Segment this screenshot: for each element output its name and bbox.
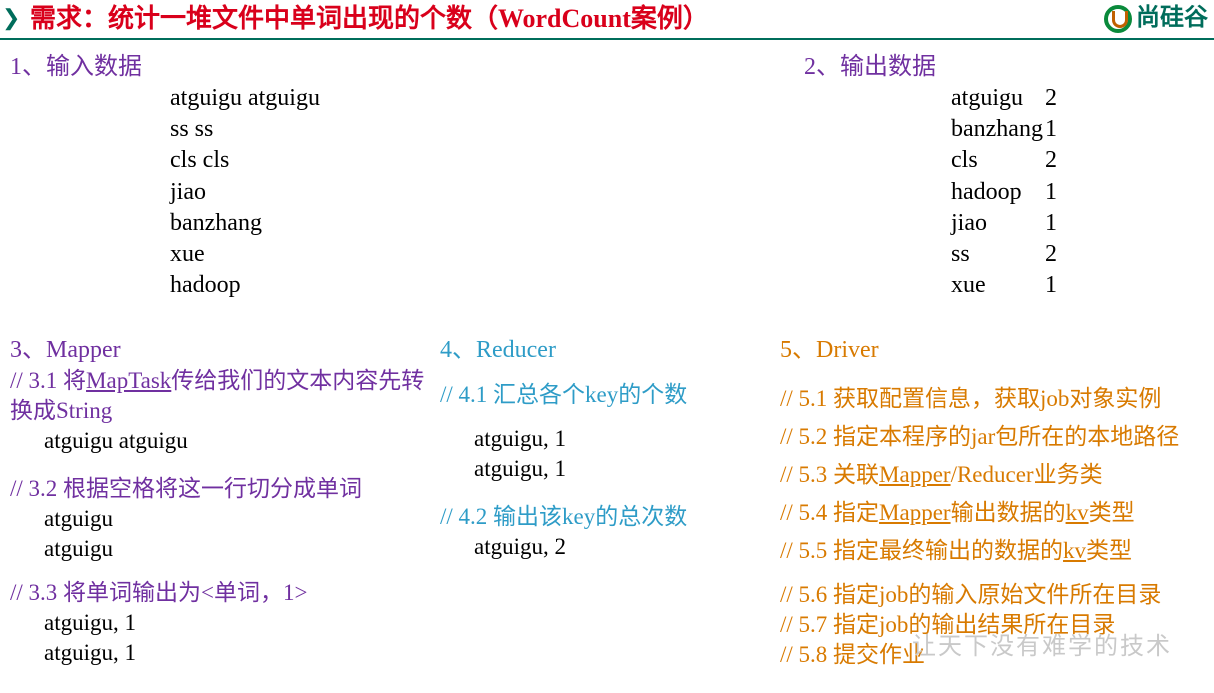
step-text: 输出数据的 <box>951 500 1066 525</box>
driver-step-5-2: // 5.2 指定本程序的jar包所在的本地路径 <box>780 422 1208 452</box>
driver-step-5-4: // 5.4 指定Mapper输出数据的kv类型 <box>780 498 1208 528</box>
step-underline: kv <box>1063 538 1086 563</box>
step-text: // 5.4 指定 <box>780 500 879 525</box>
input-line: cls cls <box>170 145 390 176</box>
input-line: xue <box>170 239 390 270</box>
title-wrap: ❯ 需求：统计一堆文件中单词出现的个数（WordCount案例） <box>2 2 709 36</box>
output-key: ss <box>949 239 1045 270</box>
input-line: jiao <box>170 177 390 208</box>
step-text: 类型 <box>1086 538 1132 563</box>
input-line: hadoop <box>170 270 390 301</box>
mapper-data-3-2: atguigu <box>10 534 440 564</box>
input-line: banzhang <box>170 208 390 239</box>
output-row: banzhang1 <box>949 114 1059 145</box>
reducer-heading: 4、Reducer <box>440 335 780 366</box>
output-row: jiao1 <box>949 208 1059 239</box>
step-underline: Mapper <box>879 500 951 525</box>
step-text: // 5.5 指定最终输出的数据的 <box>780 538 1063 563</box>
reducer-data-4-1: atguigu, 1 <box>440 424 780 454</box>
header-bar: ❯ 需求：统计一堆文件中单词出现的个数（WordCount案例） 尚硅谷 <box>0 0 1214 40</box>
driver-heading: 5、Driver <box>780 335 1208 366</box>
footer-slogan: 让天下没有难学的技术 <box>912 632 1172 663</box>
output-key: atguigu <box>949 83 1045 114</box>
output-row: xue1 <box>949 270 1059 301</box>
output-val: 2 <box>1045 239 1059 270</box>
output-data-block: atguigu2 banzhang1 cls2 hadoop1 jiao1 ss… <box>804 83 1064 301</box>
output-key: banzhang <box>949 114 1045 145</box>
output-key: jiao <box>949 208 1045 239</box>
driver-step-5-6: // 5.6 指定job的输入原始文件所在目录 <box>780 580 1208 610</box>
output-row: ss2 <box>949 239 1059 270</box>
output-val: 2 <box>1045 83 1059 114</box>
brand-text: 尚硅谷 <box>1136 3 1208 34</box>
brand-icon <box>1104 5 1132 33</box>
output-key: hadoop <box>949 177 1045 208</box>
input-line: atguigu atguigu <box>170 83 390 114</box>
output-row: atguigu2 <box>949 83 1059 114</box>
driver-step-5-1: // 5.1 获取配置信息，获取job对象实例 <box>780 384 1208 414</box>
mapper-data-3-1: atguigu atguigu <box>10 426 440 456</box>
output-row: hadoop1 <box>949 177 1059 208</box>
reducer-data-4-1: atguigu, 1 <box>440 454 780 484</box>
step-underline: Mapper <box>879 462 951 487</box>
output-row: cls2 <box>949 145 1059 176</box>
step-underline: MapTask <box>86 368 171 393</box>
brand-logo: 尚硅谷 <box>1104 3 1208 34</box>
step-underline: kv <box>1066 500 1089 525</box>
mapper-step-3-3: // 3.3 将单词输出为<单词，1> <box>10 578 440 608</box>
output-val: 1 <box>1045 177 1059 208</box>
reducer-step-4-2: // 4.2 输出该key的总次数 <box>440 502 780 532</box>
mapper-step-3-2: // 3.2 根据空格将这一行切分成单词 <box>10 474 440 504</box>
reducer-step-4-1: // 4.1 汇总各个key的个数 <box>440 380 780 410</box>
step-text: // 3.1 将 <box>10 368 86 393</box>
input-heading: 1、输入数据 <box>10 52 390 83</box>
mapper-data-3-3: atguigu, 1 <box>10 638 440 668</box>
driver-step-5-3: // 5.3 关联Mapper/Reducer业务类 <box>780 460 1208 490</box>
output-val: 1 <box>1045 270 1059 301</box>
input-data-block: atguigu atguigu ss ss cls cls jiao banzh… <box>10 83 390 301</box>
output-key: xue <box>949 270 1045 301</box>
page-title: 需求：统计一堆文件中单词出现的个数（WordCount案例） <box>30 4 709 33</box>
output-heading: 2、输出数据 <box>804 52 1064 83</box>
output-val: 1 <box>1045 114 1059 145</box>
input-line: ss ss <box>170 114 390 145</box>
output-val: 1 <box>1045 208 1059 239</box>
mapper-data-3-3: atguigu, 1 <box>10 608 440 638</box>
mapper-step-3-1: // 3.1 将MapTask传给我们的文本内容先转换成String <box>10 366 440 426</box>
arrow-icon: ❯ <box>2 4 20 33</box>
step-text: // 5.3 关联 <box>780 462 879 487</box>
driver-step-5-5: // 5.5 指定最终输出的数据的kv类型 <box>780 536 1208 566</box>
step-text: 类型 <box>1089 500 1135 525</box>
reducer-data-4-2: atguigu, 2 <box>440 532 780 562</box>
mapper-heading: 3、Mapper <box>10 335 440 366</box>
step-text: /Reducer业务类 <box>951 462 1103 487</box>
output-key: cls <box>949 145 1045 176</box>
mapper-data-3-2: atguigu <box>10 504 440 534</box>
output-val: 2 <box>1045 145 1059 176</box>
